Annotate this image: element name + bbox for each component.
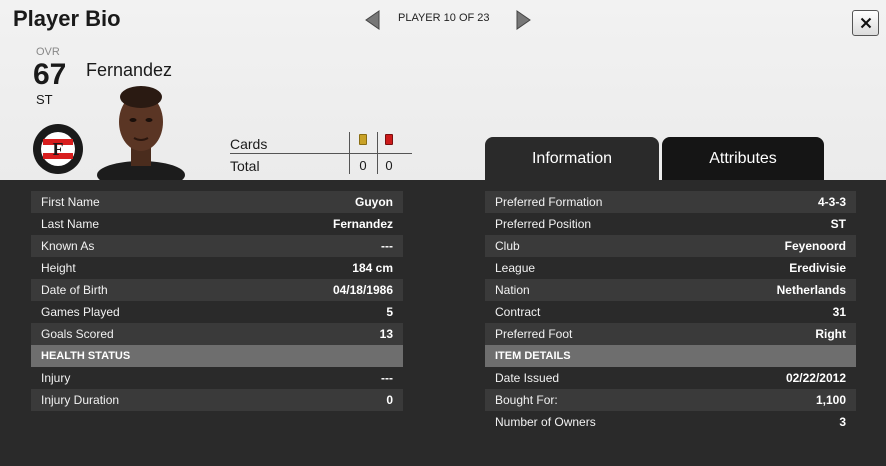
table-row: Goals Scored 13	[31, 323, 403, 345]
table-row: Contract 31	[485, 301, 856, 323]
page-title: Player Bio	[13, 6, 121, 31]
table-row: First Name Guyon	[31, 191, 403, 213]
table-row: Injury ---	[31, 367, 403, 389]
row-label: Goals Scored	[41, 327, 114, 341]
triangle-right-icon	[516, 10, 531, 30]
player-counter: PLAYER 10 OF 23	[398, 12, 490, 24]
row-label: Known As	[41, 239, 95, 253]
row-label: Bought For:	[495, 393, 558, 407]
prev-player-button[interactable]	[364, 10, 382, 30]
next-player-button[interactable]	[514, 10, 532, 30]
row-value: 02/22/2012	[785, 371, 846, 385]
row-value: 04/18/1986	[332, 283, 393, 297]
table-row: Number of Owners 3	[485, 411, 856, 433]
row-label: League	[495, 261, 536, 275]
row-value: Guyon	[355, 195, 393, 209]
row-value: ST	[830, 217, 846, 231]
row-label: Preferred Foot	[495, 327, 573, 341]
row-value: ---	[381, 371, 393, 385]
row-label: Last Name	[41, 217, 100, 231]
table-row: Club Feyenoord	[485, 235, 856, 257]
player-name: Fernandez	[86, 60, 173, 80]
cards-column-divider	[377, 132, 378, 174]
red-card-total: 0	[385, 158, 393, 173]
table-row: Games Played 5	[31, 301, 403, 323]
row-label: Height	[41, 261, 76, 275]
tab-attributes[interactable]: Attributes	[662, 137, 824, 180]
cards-column-divider	[349, 132, 350, 174]
row-label: Injury	[41, 371, 71, 385]
table-row: Nation Netherlands	[485, 279, 856, 301]
row-label: Preferred Position	[495, 217, 592, 231]
table-row: Date of Birth 04/18/1986	[31, 279, 403, 301]
row-value: Fernandez	[332, 217, 393, 231]
row-value: 31	[832, 305, 846, 319]
row-label: Number of Owners	[495, 415, 596, 429]
table-row: Height 184 cm	[31, 257, 403, 279]
row-label: Club	[495, 239, 520, 253]
player-details-list: First Name Guyon Last Name Fernandez Known…	[31, 191, 403, 411]
cards-label: Cards	[230, 136, 268, 152]
row-label: Preferred Formation	[495, 195, 603, 209]
yellow-card-icon	[359, 134, 367, 145]
club-details-list: Preferred Formation 4-3-3 Preferred Posit…	[485, 191, 856, 433]
row-label: First Name	[41, 195, 100, 209]
table-row: Preferred Position ST	[485, 213, 856, 235]
table-row: Last Name Fernandez	[31, 213, 403, 235]
row-label: Games Played	[41, 305, 120, 319]
row-value: Netherlands	[776, 283, 846, 297]
close-icon	[860, 17, 871, 29]
row-label: Date of Birth	[41, 283, 108, 297]
row-value: Right	[815, 327, 846, 341]
table-row: Preferred Formation 4-3-3	[485, 191, 856, 213]
row-value: Eredivisie	[789, 261, 846, 275]
row-value: 184 cm	[352, 261, 393, 275]
row-label: Nation	[495, 283, 530, 297]
cards-divider	[230, 153, 412, 154]
table-row: Date Issued 02/22/2012	[485, 367, 856, 389]
player-photo	[97, 86, 185, 180]
row-label: Date Issued	[495, 371, 560, 385]
svg-text:F: F	[53, 139, 64, 159]
table-row: League Eredivisie	[485, 257, 856, 279]
club-badge-icon: F	[33, 124, 83, 174]
row-label: Injury Duration	[41, 393, 120, 407]
table-row: Preferred Foot Right	[485, 323, 856, 345]
player-position: ST	[36, 92, 53, 107]
row-label: Contract	[495, 305, 541, 319]
row-value: 0	[386, 393, 393, 407]
yellow-card-total: 0	[359, 158, 367, 173]
table-row: Injury Duration 0	[31, 389, 403, 411]
close-button[interactable]	[852, 10, 879, 36]
triangle-left-icon	[365, 10, 380, 30]
row-value: 4-3-3	[817, 195, 846, 209]
tab-information[interactable]: Information	[485, 137, 659, 180]
header-area: Player Bio PLAYER 10 OF 23 OVR 67 ST Fer…	[0, 0, 886, 180]
cards-table: Cards Total 0 0	[230, 130, 412, 176]
row-value: ---	[381, 239, 393, 253]
section-header-item-details: ITEM DETAILS	[485, 345, 856, 367]
row-value: 13	[379, 327, 393, 341]
row-value: Feyenoord	[784, 239, 846, 253]
table-row: Known As ---	[31, 235, 403, 257]
ovr-label: OVR	[36, 46, 60, 58]
ovr-value: 67	[33, 58, 67, 91]
section-header-health-status: HEALTH STATUS	[31, 345, 403, 367]
total-label: Total	[230, 158, 260, 174]
row-value: 5	[386, 305, 393, 319]
row-value: 1,100	[815, 393, 846, 407]
red-card-icon	[385, 134, 393, 145]
table-row: Bought For: 1,100	[485, 389, 856, 411]
row-value: 3	[839, 415, 846, 429]
